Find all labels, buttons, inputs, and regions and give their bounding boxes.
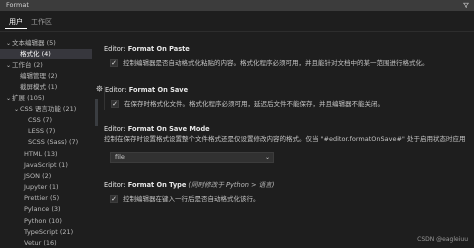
settings-toc: ⌄文本编辑器 (5) 格式化 (4) ⌄工作台 (2) 编辑管理 (2) 截屏模… — [0, 36, 92, 248]
tab-workspace[interactable]: 工作区 — [27, 16, 56, 28]
setting-modified-note[interactable]: (同时修改于 Python > 语言) — [188, 181, 274, 189]
toc-item-editor-management[interactable]: 编辑管理 (2) — [0, 71, 92, 81]
search-value: Format — [6, 1, 29, 9]
setting-description: 控制在保存时设置格式设置整个文件格式还是仅设置修改内容的格式。仅当 "#edit… — [104, 135, 466, 143]
chevron-down-icon: ⌄ — [264, 154, 270, 161]
toc-item-css[interactable]: CSS (7) — [0, 115, 92, 125]
toc-item-scss[interactable]: SCSS (Sass) (7) — [0, 137, 92, 147]
setting-format-on-type: Editor: Format On Type (同时修改于 Python > 语… — [104, 181, 474, 205]
toc-item-typescript[interactable]: TypeScript (21) — [0, 227, 92, 237]
toc-item-prettier[interactable]: Prettier (5) — [0, 193, 92, 203]
toc-item-css-language-features[interactable]: ⌄CSS 语言功能 (21) — [0, 104, 92, 114]
toc-item-text-editor[interactable]: ⌄文本编辑器 (5) — [0, 38, 92, 48]
setting-title: Editor: Format On Save — [105, 86, 189, 94]
toc-item-html[interactable]: HTML (13) — [0, 149, 92, 159]
setting-description: 控制编辑器在键入一行后是否自动格式化该行。 — [123, 195, 260, 203]
toc-item-screencast-mode[interactable]: 截屏模式 (1) — [0, 82, 92, 92]
settings-scope-tabs: 用户 工作区 — [0, 11, 474, 32]
setting-description: 在保存时格式化文件。格式化程序必须可用，延迟后文件不能保存，并且编辑器不能关闭。 — [124, 100, 384, 108]
setting-title: Editor: Format On Save Mode — [104, 125, 210, 133]
setting-format-on-save-mode: Editor: Format On Save Mode 控制在保存时设置格式设置… — [104, 125, 474, 163]
format-on-save-checkbox[interactable]: ✓ — [111, 100, 119, 108]
toc-item-extensions[interactable]: ⌄扩展 (105) — [0, 93, 92, 103]
gear-icon[interactable] — [96, 85, 103, 92]
toc-item-pylance[interactable]: Pylance (3) — [0, 204, 92, 214]
filter-icon[interactable] — [463, 2, 469, 8]
toc-item-vetur[interactable]: Vetur (16) — [0, 238, 92, 248]
toc-item-python[interactable]: Python (10) — [0, 216, 92, 226]
settings-search-input[interactable]: Format — [0, 0, 474, 11]
focus-indicator — [95, 99, 98, 126]
settings-list: Editor: Format On Paste ✓ 控制编辑器是否自动格式化粘贴… — [94, 36, 474, 248]
format-on-paste-checkbox[interactable]: ✓ — [110, 59, 118, 67]
format-on-save-mode-select[interactable]: file ⌄ — [110, 152, 274, 163]
toc-item-javascript[interactable]: JavaScript (1) — [0, 160, 92, 170]
tab-user[interactable]: 用户 — [5, 16, 27, 29]
toc-item-workbench[interactable]: ⌄工作台 (2) — [0, 60, 92, 70]
setting-title: Editor: Format On Type (同时修改于 Python > 语… — [104, 181, 275, 189]
toc-item-json[interactable]: JSON (2) — [0, 171, 92, 181]
toc-item-jupyter[interactable]: Jupyter (1) — [0, 182, 92, 192]
toc-item-less[interactable]: LESS (7) — [0, 126, 92, 136]
toc-item-formatting[interactable]: 格式化 (4) — [0, 49, 92, 59]
setting-format-on-paste: Editor: Format On Paste ✓ 控制编辑器是否自动格式化粘贴… — [104, 45, 474, 69]
watermark-text: CSDN @eagleiuu — [417, 236, 468, 243]
setting-description: 控制编辑器是否自动格式化粘贴的内容。格式化程序必须可用，并且能针对文档中的某一范… — [123, 59, 429, 67]
setting-title: Editor: Format On Paste — [104, 45, 190, 53]
format-on-type-checkbox[interactable]: ✓ — [110, 195, 118, 203]
setting-format-on-save: Editor: Format On Save ✓ 在保存时格式化文件。格式化程序… — [104, 86, 474, 110]
